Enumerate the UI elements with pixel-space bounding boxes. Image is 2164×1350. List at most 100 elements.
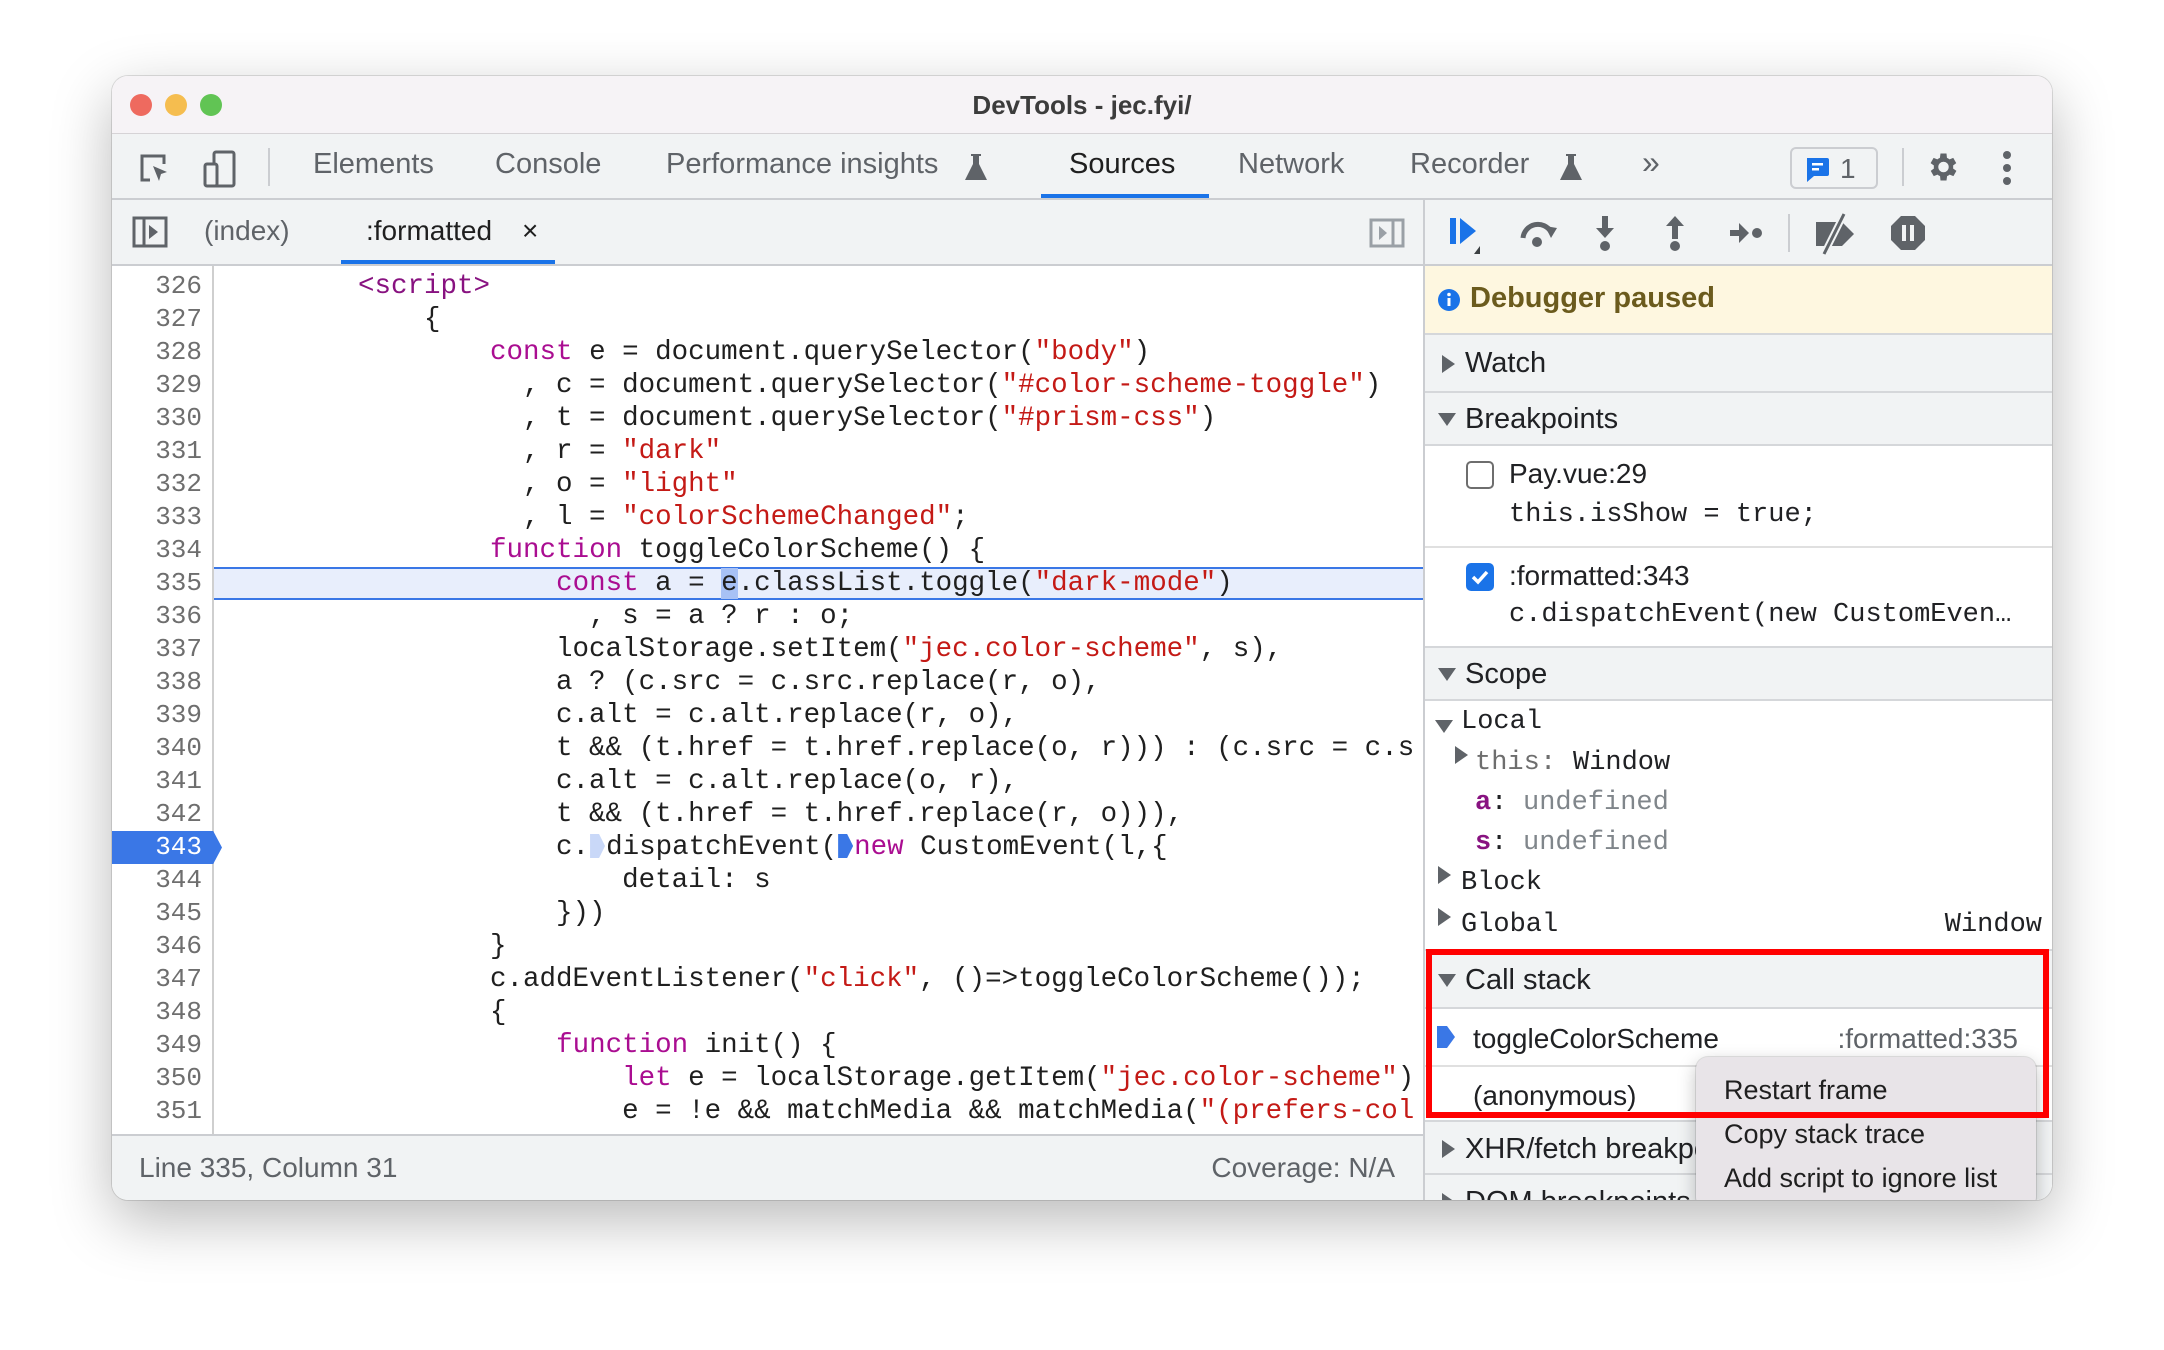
close-tab-icon[interactable]: ×	[522, 215, 538, 247]
scope-var-name[interactable]: a	[1475, 788, 1491, 818]
device-toolbar-icon[interactable]	[202, 150, 238, 188]
more-tabs-button[interactable]: »	[1642, 144, 1660, 181]
breakpoints-section-header[interactable]: Breakpoints	[1425, 393, 2052, 446]
watch-section-header[interactable]: Watch	[1425, 335, 2052, 393]
more-options-icon[interactable]	[2002, 150, 2012, 186]
resume-icon[interactable]	[1448, 214, 1488, 256]
code-line[interactable]: let e = localStorage.getItem("jec.color-…	[214, 1062, 1423, 1095]
line-number[interactable]: 348	[112, 996, 214, 1029]
breakpoint-checkbox[interactable]	[1466, 461, 1494, 489]
expand-icon[interactable]	[1438, 908, 1451, 926]
line-number[interactable]: 340	[112, 732, 214, 765]
file-tab-index[interactable]: (index)	[204, 215, 290, 247]
line-number[interactable]: 327	[112, 303, 214, 336]
code-line[interactable]: c.alt = c.alt.replace(r, o),	[214, 699, 1423, 732]
code-line[interactable]: e = !e && matchMedia && matchMedia("(pre…	[214, 1095, 1423, 1128]
line-number[interactable]: 350	[112, 1062, 214, 1095]
line-number[interactable]: 331	[112, 435, 214, 468]
coverage-status[interactable]: Coverage: N/A	[1211, 1152, 1395, 1184]
line-number[interactable]: 330	[112, 402, 214, 435]
scope-local[interactable]: Local	[1461, 707, 1542, 737]
line-number[interactable]: 344	[112, 864, 214, 897]
line-number[interactable]: 342	[112, 798, 214, 831]
code-line[interactable]: , l = "colorSchemeChanged";	[214, 501, 1423, 534]
step-out-icon[interactable]	[1663, 214, 1687, 252]
step-icon[interactable]	[1728, 220, 1764, 246]
line-number[interactable]: 328	[112, 336, 214, 369]
code-line[interactable]: }))	[214, 897, 1423, 930]
line-number-gutter[interactable]: 326 327 328 329 330 331 332 333 334 335 336 337 338 3…	[112, 266, 222, 1134]
code-line[interactable]: , r = "dark"	[214, 435, 1423, 468]
toggle-debugger-icon[interactable]	[1369, 218, 1405, 248]
inspect-element-icon[interactable]	[138, 152, 172, 186]
code-line[interactable]: localStorage.setItem("jec.color-scheme",…	[214, 633, 1423, 666]
line-number[interactable]: 351	[112, 1095, 214, 1128]
inline-breakpoint-inactive-icon[interactable]	[590, 834, 606, 858]
line-number[interactable]: 329	[112, 369, 214, 402]
line-number[interactable]: 335	[112, 567, 214, 600]
code-line[interactable]: }	[214, 930, 1423, 963]
step-over-icon[interactable]	[1517, 218, 1561, 250]
pause-on-exceptions-icon[interactable]	[1889, 214, 1927, 252]
tab-elements[interactable]: Elements	[313, 148, 434, 181]
code-line[interactable]: {	[214, 303, 1423, 336]
code-line[interactable]: , c = document.querySelector("#color-sch…	[214, 369, 1423, 402]
code-line[interactable]: <script>	[214, 270, 1423, 303]
breakpoint-location[interactable]: Pay.vue:29	[1509, 458, 1647, 490]
line-number[interactable]: 339	[112, 699, 214, 732]
step-into-icon[interactable]	[1593, 214, 1617, 252]
line-number[interactable]: 338	[112, 666, 214, 699]
code-line[interactable]: t && (t.href = t.href.replace(r, o))),	[214, 798, 1423, 831]
scope-global[interactable]: Global	[1461, 910, 1558, 940]
line-number[interactable]: 332	[112, 468, 214, 501]
tab-sources[interactable]: Sources	[1069, 148, 1175, 181]
code-line[interactable]: , t = document.querySelector("#prism-css…	[214, 402, 1423, 435]
line-number[interactable]: 336	[112, 600, 214, 633]
gear-icon[interactable]	[1924, 149, 1960, 185]
code-line[interactable]: detail: s	[214, 864, 1423, 897]
code-line[interactable]: c.addEventListener("click", ()=>toggleCo…	[214, 963, 1423, 996]
line-number[interactable]: 341	[112, 765, 214, 798]
scope-block[interactable]: Block	[1461, 868, 1542, 898]
code-line[interactable]: c.alt = c.alt.replace(o, r),	[214, 765, 1423, 798]
code-line-current[interactable]: const a = e.classList.toggle("dark-mode"…	[214, 567, 1423, 600]
line-number[interactable]: 326	[112, 270, 214, 303]
breakpoint-location[interactable]: :formatted:343	[1509, 560, 1690, 592]
code-line[interactable]: t && (t.href = t.href.replace(o, r))) : …	[214, 732, 1423, 765]
code-line[interactable]: {	[214, 996, 1423, 1029]
menu-item-copy-stack-trace[interactable]: Copy stack trace	[1724, 1119, 1925, 1150]
line-number[interactable]: 334	[112, 534, 214, 567]
line-number[interactable]: 333	[112, 501, 214, 534]
tab-recorder[interactable]: Recorder	[1410, 148, 1529, 181]
inline-breakpoint-active-icon[interactable]	[838, 834, 854, 858]
line-number[interactable]: 345	[112, 897, 214, 930]
code-line[interactable]: , s = a ? r : o;	[214, 600, 1423, 633]
collapse-icon[interactable]	[1435, 720, 1453, 733]
deactivate-breakpoints-icon[interactable]	[1812, 212, 1858, 256]
issues-button[interactable]: 1	[1790, 147, 1878, 189]
toggle-navigator-icon[interactable]	[132, 216, 168, 248]
code-line[interactable]: , o = "light"	[214, 468, 1423, 501]
line-number[interactable]: 349	[112, 1029, 214, 1062]
tab-console[interactable]: Console	[495, 148, 601, 181]
line-number[interactable]: 347	[112, 963, 214, 996]
breakpoint-line-marker[interactable]: 343	[112, 831, 222, 864]
line-number[interactable]: 337	[112, 633, 214, 666]
tab-network[interactable]: Network	[1238, 148, 1344, 181]
menu-item-add-to-ignore-list[interactable]: Add script to ignore list	[1724, 1163, 1997, 1194]
line-number[interactable]: 346	[112, 930, 214, 963]
expand-icon[interactable]	[1455, 746, 1468, 764]
breakpoint-checkbox-checked[interactable]	[1466, 563, 1494, 591]
code-editor[interactable]: <script> { const e = document.querySelec…	[214, 266, 1423, 1134]
file-tab-formatted[interactable]: :formatted	[366, 215, 492, 247]
code-line[interactable]: function init() {	[214, 1029, 1423, 1062]
scope-section-header[interactable]: Scope	[1425, 646, 2052, 701]
scope-var-name[interactable]: s	[1475, 828, 1491, 858]
tab-performance-insights[interactable]: Performance insights	[666, 148, 938, 181]
code-line[interactable]: const e = document.querySelector("body")	[214, 336, 1423, 369]
expand-icon[interactable]	[1438, 866, 1451, 884]
code-line[interactable]: function toggleColorScheme() {	[214, 534, 1423, 567]
scope-var-name[interactable]: this	[1475, 748, 1540, 778]
code-line[interactable]: c. dispatchEvent(new CustomEvent(l,{	[214, 831, 1423, 864]
code-line[interactable]: a ? (c.src = c.src.replace(r, o),	[214, 666, 1423, 699]
